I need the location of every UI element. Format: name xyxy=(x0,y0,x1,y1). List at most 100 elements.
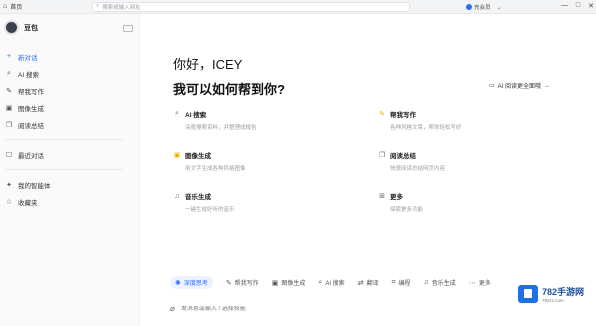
arrow-right-icon: → xyxy=(544,82,551,89)
maximize-button[interactable]: □ xyxy=(576,2,580,10)
card-desc: 深度搜索资料，并整理成报告 xyxy=(185,125,257,131)
home-button[interactable]: ⌂ 首页 xyxy=(0,2,92,11)
card-title: 图像生成 xyxy=(185,153,211,160)
watermark-logo-icon xyxy=(518,285,538,303)
search-icon: ⌕ xyxy=(7,69,11,77)
bookmark-icon: ☆ xyxy=(5,198,13,206)
chip-label: 音乐生成 xyxy=(431,281,456,287)
sidebar-item-reading[interactable]: ❐ 阅读总结 xyxy=(0,116,140,133)
address-placeholder: 搜索或输入网址 xyxy=(102,4,141,11)
chip-writing[interactable]: ✎ 帮我写作 xyxy=(225,278,259,288)
search-icon: ⌕ xyxy=(175,110,179,117)
page-title: 我可以如何帮到你? xyxy=(173,82,285,97)
chip-label: 深度思考 xyxy=(183,281,208,287)
home-icon: ⌂ xyxy=(3,3,8,10)
chip-deep-think[interactable]: ✺ 深度思考 xyxy=(170,276,213,289)
sidebar-item-label: 帮我写作 xyxy=(18,88,44,96)
skill-chips: ✺ 深度思考 ✎ 帮我写作 ▣ 图像生成 ⌕ AI 搜索 ⇄ 翻译 ⌗ 编程 ♫ 音乐生成 ⋯… xyxy=(170,276,491,289)
chip-label: 编程 xyxy=(398,281,411,287)
sidebar-item-favorites[interactable]: ☆ 收藏夹 xyxy=(0,193,140,210)
profile-dropdown-icon[interactable]: ⌄ xyxy=(497,4,502,11)
image-icon: ▣ xyxy=(5,104,13,112)
card-title: AI 搜索 xyxy=(185,112,207,119)
grid-icon: ⊞ xyxy=(379,193,385,200)
pen-icon: ✎ xyxy=(379,111,385,118)
card-more[interactable]: ⊞ 更多 探索更多功能 xyxy=(378,191,558,213)
sidebar-item-label: 我的智能体 xyxy=(18,182,51,190)
user-name: 豆包 xyxy=(24,24,38,32)
code-icon: ⌗ xyxy=(391,278,396,286)
divider xyxy=(4,139,124,140)
sidebar-item-agents[interactable]: ✦ 我的智能体 xyxy=(0,176,140,193)
watermark-brand: 782手游网 xyxy=(542,287,585,297)
top-bar: ⌂ 首页 ⌕ 搜索或输入网址 充会员 ⌄ — □ ✕ xyxy=(0,0,596,14)
pen-icon: ✎ xyxy=(6,87,12,95)
guide-label: AI 阅读更全面哦 xyxy=(497,84,542,90)
chip-label: 翻译 xyxy=(366,281,379,287)
book-icon: ❐ xyxy=(378,152,386,159)
vip-label: 充会员 xyxy=(474,5,491,11)
card-desc: 快速阅读总结网页内容 xyxy=(390,166,446,172)
chip-music[interactable]: ♫ 音乐生成 xyxy=(424,278,456,287)
sidebar-item-new-chat[interactable]: + 新对话 xyxy=(0,48,140,65)
sidebar-item-ai-search[interactable]: ⌕ AI 搜索 xyxy=(0,65,140,82)
sidebar-item-label: 收藏夹 xyxy=(18,199,38,207)
sidebar-item-label: AI 搜索 xyxy=(18,71,39,79)
avatar xyxy=(4,20,19,35)
chip-label: AI 搜索 xyxy=(325,281,345,287)
more-icon: ⋯ xyxy=(468,279,476,287)
chip-label: 帮我写作 xyxy=(234,281,259,287)
greeting: 你好，ICEY xyxy=(173,57,243,72)
message-input[interactable] xyxy=(180,305,481,312)
sidebar-item-label: 阅读总结 xyxy=(18,122,44,130)
home-label: 首页 xyxy=(10,5,23,11)
address-bar[interactable]: ⌕ 搜索或输入网址 xyxy=(92,1,410,12)
vip-button[interactable]: 充会员 xyxy=(466,3,491,11)
sidebar-item-label: 最近对话 xyxy=(18,152,44,160)
image-icon: ▣ xyxy=(173,152,181,159)
card-title: 帮我写作 xyxy=(390,112,416,119)
card-desc: 用文字生成各种风格图像 xyxy=(185,166,246,172)
card-music[interactable]: ♫ 音乐生成 一键生成好听的音乐 xyxy=(173,191,353,214)
card-reading[interactable]: ❐ 阅读总结 快速阅读总结网页内容 xyxy=(378,150,558,172)
think-icon: ✺ xyxy=(175,279,181,287)
card-desc: 一键生成好听的音乐 xyxy=(185,207,235,213)
card-desc: 探索更多功能 xyxy=(390,207,424,213)
sidebar-nav: + 新对话 ⌕ AI 搜索 ✎ 帮我写作 ▣ 图像生成 ❐ 阅读总结 ☐ 最近对… xyxy=(0,48,140,210)
divider xyxy=(4,169,124,170)
watermark: 782手游网 782zz.com xyxy=(518,285,584,303)
main-panel: 你好，ICEY 我可以如何帮到你? ▭ AI 阅读更全面哦 → ⌕ AI 搜索 深… xyxy=(140,14,596,326)
sidebar-item-recent[interactable]: ☐ 最近对话 xyxy=(0,146,140,163)
attachment-icon[interactable]: ⌀ xyxy=(170,304,175,313)
chip-code[interactable]: ⌗ 编程 xyxy=(391,278,411,288)
music-icon: ♫ xyxy=(423,279,429,286)
chip-label: 更多 xyxy=(478,281,491,287)
chip-label: 图像生成 xyxy=(281,281,306,287)
sidebar-item-writing[interactable]: ✎ 帮我写作 xyxy=(0,82,140,99)
card-writing[interactable]: ✎ 帮我写作 各种风格文章，帮你轻松写好 xyxy=(378,109,558,131)
pen-icon: ✎ xyxy=(225,279,232,287)
message-input-row: ⌀ xyxy=(170,304,505,313)
card-title: 音乐生成 xyxy=(185,194,211,201)
screen-icon: ▭ xyxy=(489,83,495,89)
translate-icon: ⇄ xyxy=(357,279,364,287)
watermark-url: 782zz.com xyxy=(542,298,564,303)
image-icon: ▣ xyxy=(271,279,279,287)
search-icon: ⌕ xyxy=(318,278,323,286)
chip-more[interactable]: ⋯ 更多 xyxy=(468,278,491,288)
close-button[interactable]: ✕ xyxy=(588,2,594,10)
guide-link[interactable]: ▭ AI 阅读更全面哦 → xyxy=(489,81,551,91)
collapse-sidebar-icon[interactable] xyxy=(123,25,133,32)
card-title: 阅读总结 xyxy=(390,153,416,160)
chip-translate[interactable]: ⇄ 翻译 xyxy=(357,278,379,288)
sidebar-item-image-gen[interactable]: ▣ 图像生成 xyxy=(0,99,140,116)
card-image-gen[interactable]: ▣ 图像生成 用文字生成各种风格图像 xyxy=(173,150,353,172)
chip-ai-search[interactable]: ⌕ AI 搜索 xyxy=(318,278,345,288)
chip-image-gen[interactable]: ▣ 图像生成 xyxy=(271,278,306,288)
minimize-button[interactable]: — xyxy=(561,2,568,10)
user-profile[interactable]: 豆包 xyxy=(4,20,38,35)
music-icon: ♫ xyxy=(174,192,180,200)
sidebar-item-label: 图像生成 xyxy=(18,105,44,113)
agent-icon: ✦ xyxy=(6,181,12,189)
card-ai-search[interactable]: ⌕ AI 搜索 深度搜索资料，并整理成报告 xyxy=(173,109,353,131)
